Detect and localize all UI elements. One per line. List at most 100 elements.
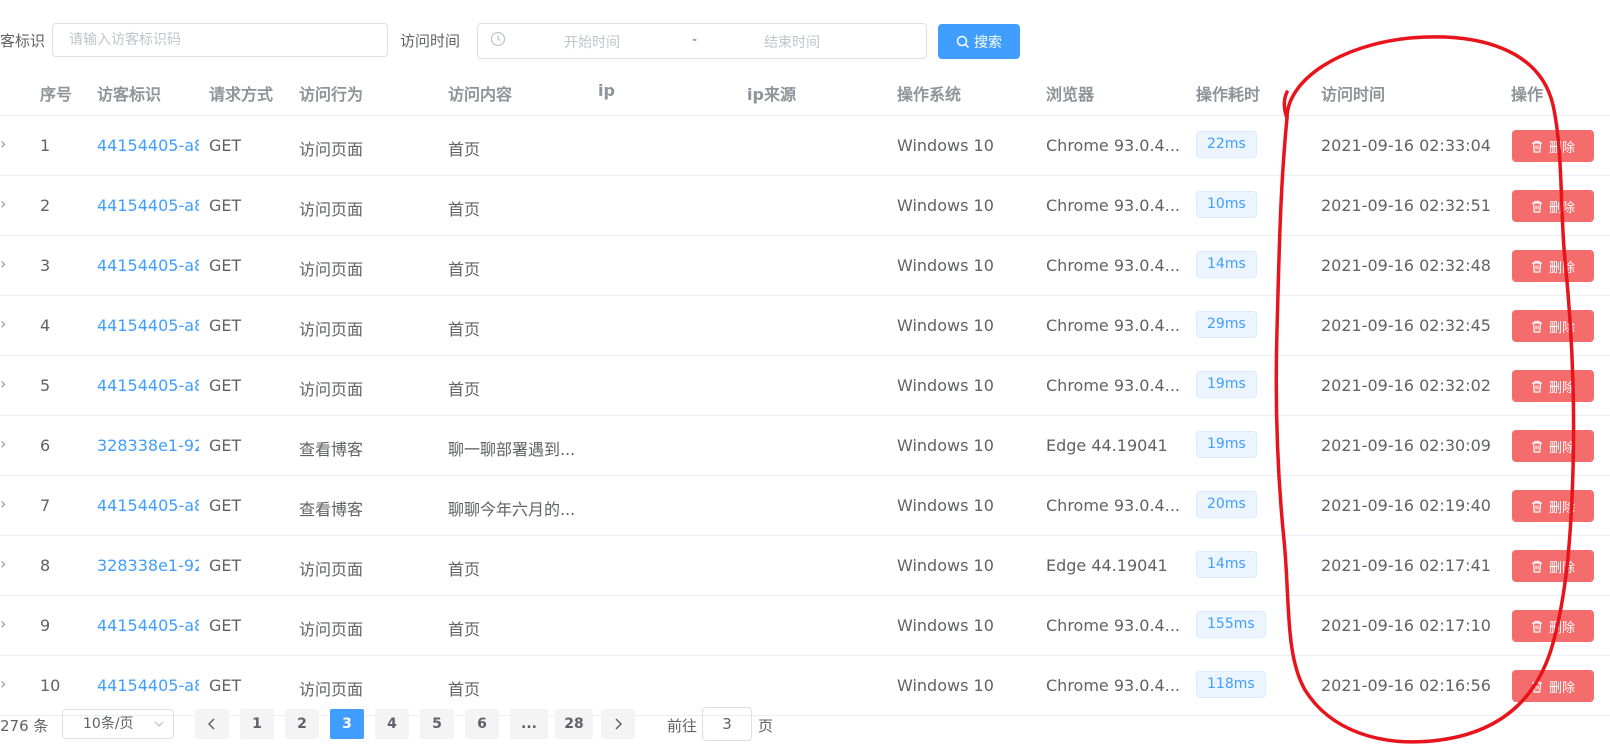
goto-suffix: 页: [758, 717, 774, 735]
cell-browser: Chrome 93.0.4...: [1046, 676, 1180, 695]
cell-browser: Chrome 93.0.4...: [1046, 136, 1180, 155]
duration-tag: 118ms: [1196, 671, 1266, 698]
delete-button[interactable]: 删除: [1512, 190, 1594, 222]
start-time-input[interactable]: 开始时间: [564, 32, 620, 52]
cell-visitor-link[interactable]: 44154405-a8: [97, 136, 199, 155]
header-ip-source: ip来源: [747, 85, 796, 104]
cell-behavior: 访问页面: [299, 260, 364, 279]
cell-behavior: 访问页面: [299, 140, 364, 159]
delete-button[interactable]: 删除: [1512, 430, 1594, 462]
trash-icon: [1531, 500, 1542, 513]
page-button-4[interactable]: 4: [375, 709, 409, 739]
cell-visit-time: 2021-09-16 02:17:10: [1321, 616, 1491, 635]
header-content: 访问内容: [448, 85, 513, 104]
expand-row-icon[interactable]: ›: [0, 614, 6, 633]
duration-tag: 14ms: [1196, 251, 1257, 278]
expand-row-icon[interactable]: ›: [0, 134, 6, 153]
cell-os: Windows 10: [897, 496, 994, 515]
expand-row-icon[interactable]: ›: [0, 494, 6, 513]
page-size-select[interactable]: 10条/页: [62, 709, 174, 739]
cell-visitor-link[interactable]: 44154405-a8: [97, 316, 199, 335]
cell-index: 1: [40, 136, 51, 155]
cell-behavior: 访问页面: [299, 620, 364, 639]
table-row: › 4 44154405-a8 GET 访问页面 首页 Windows 10 Chrome 9…: [0, 296, 1610, 356]
cell-visit-time: 2021-09-16 02:32:45: [1321, 316, 1491, 335]
cell-method: GET: [209, 436, 242, 455]
page-button-5[interactable]: 5: [420, 709, 454, 739]
end-time-input[interactable]: 结束时间: [764, 32, 820, 52]
delete-button-label: 删除: [1548, 380, 1575, 396]
expand-row-icon[interactable]: ›: [0, 254, 6, 273]
trash-icon: [1531, 140, 1542, 153]
header-method: 请求方式: [209, 85, 274, 104]
trash-icon: [1531, 620, 1542, 633]
table-row: › 1 44154405-a8 GET 访问页面 首页 Windows 10 Chrome 9…: [0, 116, 1610, 176]
cell-content: 聊聊今年六月的...: [448, 500, 576, 519]
delete-button-label: 删除: [1548, 620, 1575, 636]
table-row: › 6 328338e1-92 GET 查看博客 聊一聊部署遇到... Windows 10…: [0, 416, 1610, 476]
more-pages-button[interactable]: ...: [510, 709, 548, 739]
table-header: 序号 访客标识 请求方式 访问行为 访问内容 ip ip来源 操作系统 浏览器 …: [0, 65, 1610, 116]
delete-button[interactable]: 删除: [1512, 550, 1594, 582]
delete-button-label: 删除: [1548, 440, 1575, 456]
cell-index: 8: [40, 556, 51, 575]
cell-visitor-link[interactable]: 44154405-a8: [97, 256, 199, 275]
expand-row-icon[interactable]: ›: [0, 374, 6, 393]
delete-button[interactable]: 删除: [1512, 490, 1594, 522]
expand-row-icon[interactable]: ›: [0, 314, 6, 333]
expand-row-icon[interactable]: ›: [0, 434, 6, 453]
page-size-value: 10条/页: [83, 716, 134, 732]
cell-visitor-link[interactable]: 44154405-a8: [97, 376, 199, 395]
cell-content: 首页: [448, 320, 481, 339]
table-row: › 5 44154405-a8 GET 访问页面 首页 Windows 10 Chrome 9…: [0, 356, 1610, 416]
cell-visitor-link[interactable]: 44154405-a8: [97, 196, 199, 215]
expand-row-icon[interactable]: ›: [0, 674, 6, 693]
expand-row-icon[interactable]: ›: [0, 194, 6, 213]
chevron-left-icon: [207, 718, 215, 730]
cell-index: 9: [40, 616, 51, 635]
delete-button-label: 删除: [1548, 140, 1575, 156]
delete-button[interactable]: 删除: [1512, 370, 1594, 402]
total-count: 276 条: [0, 717, 49, 735]
cell-visitor-link[interactable]: 44154405-a8: [97, 676, 199, 695]
delete-button[interactable]: 删除: [1512, 310, 1594, 342]
cell-visitor-link[interactable]: 44154405-a8: [97, 496, 199, 515]
header-duration: 操作耗时: [1196, 85, 1261, 104]
cell-visitor-link[interactable]: 44154405-a8: [97, 616, 199, 635]
cell-index: 4: [40, 316, 51, 335]
page-button-2[interactable]: 2: [285, 709, 319, 739]
header-os: 操作系统: [897, 85, 962, 104]
page-button-3[interactable]: 3: [330, 709, 364, 739]
next-page-button[interactable]: [601, 709, 635, 739]
chevron-down-icon: [154, 721, 164, 727]
cell-index: 7: [40, 496, 51, 515]
prev-page-button[interactable]: [195, 709, 229, 739]
visitor-id-input[interactable]: 请输入访客标识码: [52, 23, 388, 57]
duration-tag: 19ms: [1196, 431, 1257, 458]
goto-page-input[interactable]: 3: [702, 707, 752, 741]
trash-icon: [1531, 680, 1542, 693]
delete-button[interactable]: 删除: [1512, 670, 1594, 702]
delete-button-label: 删除: [1548, 200, 1575, 216]
cell-os: Windows 10: [897, 376, 994, 395]
page-button-6[interactable]: 6: [465, 709, 499, 739]
cell-visit-time: 2021-09-16 02:17:41: [1321, 556, 1491, 575]
page-button-28[interactable]: 28: [555, 709, 593, 739]
date-range-picker[interactable]: 开始时间 - 结束时间: [477, 23, 927, 59]
expand-row-icon[interactable]: ›: [0, 554, 6, 573]
delete-button[interactable]: 删除: [1512, 130, 1594, 162]
cell-behavior: 查看博客: [299, 500, 364, 519]
delete-button[interactable]: 删除: [1512, 610, 1594, 642]
cell-content: 首页: [448, 140, 481, 159]
cell-os: Windows 10: [897, 256, 994, 275]
delete-button[interactable]: 删除: [1512, 250, 1594, 282]
duration-tag: 20ms: [1196, 491, 1257, 518]
range-separator: -: [692, 32, 698, 48]
search-button[interactable]: 搜索: [938, 24, 1020, 59]
cell-behavior: 访问页面: [299, 560, 364, 579]
cell-content: 首页: [448, 680, 481, 699]
header-visit-time: 访问时间: [1321, 85, 1386, 104]
page-button-1[interactable]: 1: [240, 709, 274, 739]
cell-visitor-link[interactable]: 328338e1-92: [97, 436, 199, 455]
cell-visitor-link[interactable]: 328338e1-92: [97, 556, 199, 575]
